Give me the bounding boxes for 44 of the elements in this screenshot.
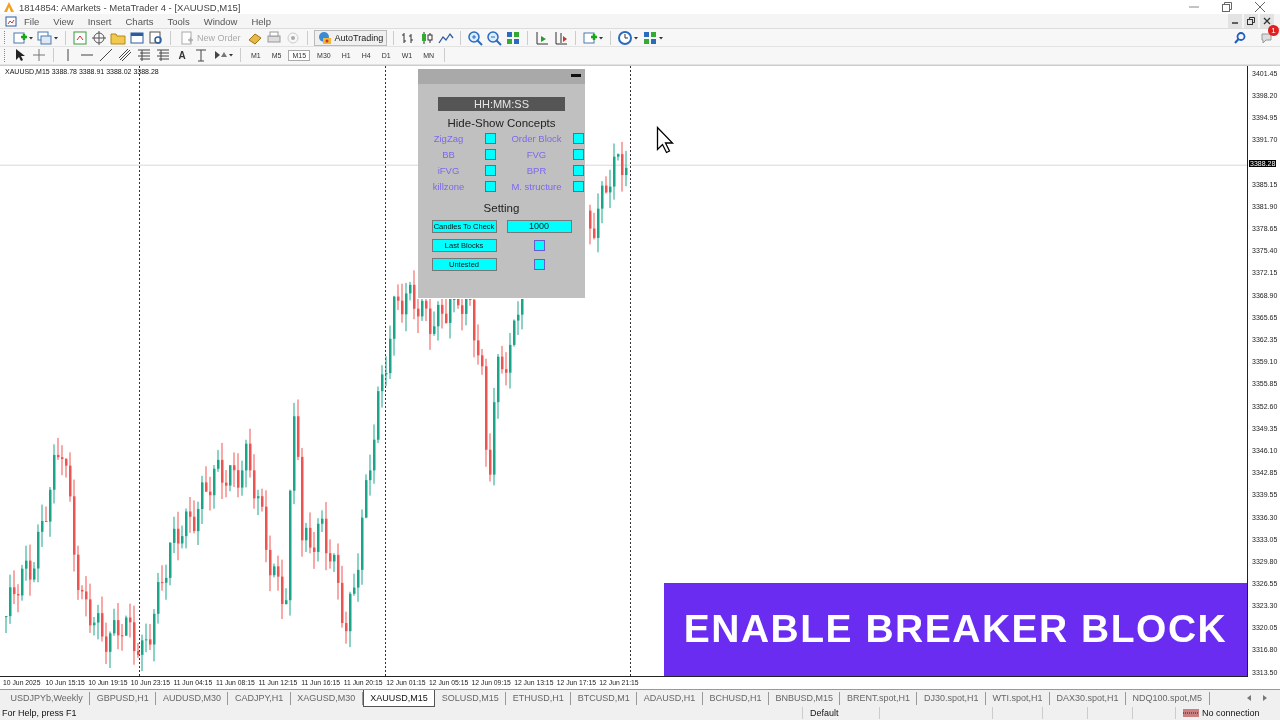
chart-tab[interactable]: USDJPYb,Weekly — [4, 691, 91, 705]
menu-item[interactable]: Insert — [80, 15, 119, 27]
menu-item[interactable]: Help — [244, 15, 278, 27]
concept-label: iFVG — [436, 164, 461, 176]
chart-tab[interactable]: CADJPY,H1 — [228, 691, 291, 705]
concept-label: killzone — [431, 180, 466, 192]
chart-tab[interactable]: NDQ100.spot,M5 — [1126, 691, 1210, 705]
chart-tab[interactable]: ETHUSD,H1 — [506, 691, 572, 705]
menu-item[interactable]: File — [17, 15, 47, 27]
section-title: Setting — [483, 201, 520, 214]
chart-tab[interactable]: DJ30.spot,H1 — [917, 691, 986, 705]
concept-label: BPR — [525, 164, 548, 176]
concept-label: ZigZag — [432, 132, 465, 144]
chart-tab[interactable]: XAGUSD,M30 — [290, 691, 363, 705]
chart-tab[interactable]: BTCUSD,M1 — [571, 691, 638, 705]
chart-tab[interactable]: SOLUSD,M15 — [435, 691, 507, 705]
chart-tab[interactable]: BRENT.spot,H1 — [840, 691, 918, 705]
concept-label: FVG — [525, 148, 548, 160]
concept-label: M. structure — [510, 180, 563, 192]
profile-name: Default — [802, 707, 879, 720]
banner-text: ENABLE BREAKER BLOCK — [683, 607, 1228, 652]
chart-tab[interactable]: BNBUSD,M15 — [768, 691, 841, 705]
chart-tab[interactable]: WTI.spot,H1 — [985, 691, 1050, 705]
clock-display: HH:MM:SS — [438, 96, 565, 111]
menu-item[interactable]: Tools — [160, 15, 197, 27]
menu-item[interactable]: Window — [196, 15, 245, 27]
chart-tab[interactable]: BCHUSD,H1 — [702, 691, 769, 705]
menu-item[interactable]: Charts — [118, 15, 161, 27]
chart-tab[interactable]: XAUUSD,M15 — [362, 689, 436, 707]
concept-label: Order Block — [510, 132, 563, 144]
status-help-text: For Help, press F1 — [1, 708, 78, 719]
notification-badge: 1 — [1268, 24, 1279, 36]
concept-label: BB — [441, 148, 456, 160]
section-title: Hide-Show Concepts — [447, 116, 556, 129]
chart-tab[interactable]: AUDUSD,M30 — [156, 691, 229, 705]
connection-status: No connection — [1202, 707, 1260, 720]
chart-tab[interactable]: DAX30.spot,H1 — [1050, 691, 1127, 705]
menu-item[interactable]: View — [46, 15, 81, 27]
chart-tab[interactable]: ADAUSD,H1 — [637, 691, 703, 705]
value-field[interactable]: 1000 — [506, 219, 572, 233]
text-tool[interactable]: A — [174, 49, 190, 61]
window-title: 1814854: AMarkets - MetaTrader 4 - [XAUUSD,M15] — [19, 1, 241, 13]
chart-tab[interactable]: GBPUSD,H1 — [90, 691, 157, 705]
autotrading-button[interactable]: AutoTrading — [313, 29, 388, 46]
